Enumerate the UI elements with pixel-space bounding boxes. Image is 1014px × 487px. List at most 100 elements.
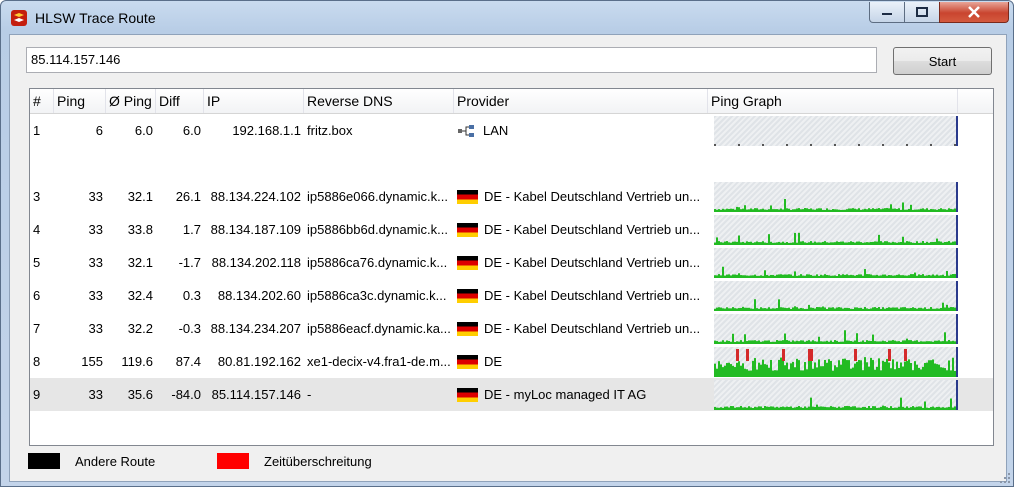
provider-label: DE (484, 354, 503, 369)
ip-value: 88.134.202.60 (217, 288, 301, 303)
ip-value: 85.114.157.146 (211, 387, 301, 402)
ping-graph-cell (708, 346, 958, 377)
column-header-ping-graph[interactable]: Ping Graph (708, 89, 958, 113)
window-title: HLSW Trace Route (35, 10, 156, 26)
provider-label: DE - myLoc managed IT AG (484, 387, 647, 402)
ping-graph (714, 280, 958, 311)
minimize-button[interactable] (869, 2, 905, 23)
legend-swatch-other-route (28, 453, 60, 469)
reverse-dns-value: ip5886ca3c.dynamic.k... (307, 288, 447, 303)
flag-de-icon (457, 288, 478, 303)
hop-number: 7 (33, 321, 41, 336)
address-input[interactable]: 85.114.157.146 (26, 47, 877, 73)
ip-value: 88.134.187.109 (210, 222, 301, 237)
table-row[interactable]: 9 33 35.6 -84.0 85.114.157.146 - DE - my… (30, 378, 993, 411)
ping-graph (714, 181, 958, 212)
provider-label: DE - Kabel Deutschland Vertrieb un... (484, 189, 701, 204)
close-icon (968, 6, 980, 18)
maximize-icon (916, 7, 928, 17)
legend-swatch-timeout (217, 453, 249, 469)
column-header-diff[interactable]: Diff (156, 89, 204, 113)
avg-ping-value: 32.1 (127, 255, 153, 270)
ping-value: 155 (81, 354, 103, 369)
title-bar[interactable]: HLSW Trace Route (1, 1, 1013, 35)
avg-ping-value: 6.0 (134, 123, 153, 138)
avg-ping-value: 33.8 (127, 222, 153, 237)
table-row[interactable]: 6 33 32.4 0.3 88.134.202.60 ip5886ca3c.d… (30, 279, 993, 312)
flag-de-icon (457, 321, 478, 336)
avg-ping-value: 32.1 (127, 189, 153, 204)
diff-value: -84.0 (171, 387, 201, 402)
legend-label-timeout: Zeitüberschreitung (264, 454, 372, 469)
reverse-dns-value: ip5886ca76.dynamic.k... (307, 255, 448, 270)
table-row[interactable]: 5 33 32.1 -1.7 88.134.202.118 ip5886ca76… (30, 246, 993, 279)
diff-value: 0.3 (182, 288, 201, 303)
hop-number: 1 (33, 123, 41, 138)
list-header: # Ping Ø Ping Diff IP Reverse DNS Provid… (30, 89, 993, 114)
table-row[interactable]: 8 155 119.6 87.4 80.81.192.162 xe1-decix… (30, 345, 993, 378)
flag-de-icon (457, 189, 478, 204)
column-header-avg-ping[interactable]: Ø Ping (106, 89, 156, 113)
flag-de-icon (457, 255, 478, 270)
ip-value: 192.168.1.1 (232, 123, 301, 138)
avg-ping-value: 32.2 (127, 321, 153, 336)
diff-value: 1.7 (182, 222, 201, 237)
table-row[interactable]: 4 33 33.8 1.7 88.134.187.109 ip5886bb6d.… (30, 213, 993, 246)
provider-cell: DE - Kabel Deutschland Vertrieb un... (454, 222, 708, 237)
diff-value: -0.3 (178, 321, 201, 336)
provider-cell: DE - Kabel Deutschland Vertrieb un... (454, 288, 708, 303)
ip-value: 88.134.234.207 (210, 321, 301, 336)
ping-value: 33 (88, 387, 103, 402)
ping-graph-cell (708, 247, 958, 278)
lan-icon (458, 124, 474, 137)
app-icon (11, 10, 27, 26)
column-header-reverse-dns[interactable]: Reverse DNS (304, 89, 454, 113)
provider-label: DE - Kabel Deutschland Vertrieb un... (484, 321, 701, 336)
column-header-ping[interactable]: Ping (54, 89, 106, 113)
provider-label: DE - Kabel Deutschland Vertrieb un... (484, 222, 701, 237)
ping-graph-cell (708, 379, 958, 410)
avg-ping-value: 32.4 (127, 288, 153, 303)
diff-value: -1.7 (178, 255, 201, 270)
table-row[interactable]: 3 33 32.1 26.1 88.134.224.102 ip5886e066… (30, 180, 993, 213)
reverse-dns-value: ip5886eacf.dynamic.ka... (307, 321, 451, 336)
hop-number: 3 (33, 189, 41, 204)
client-area: 85.114.157.146 Start # Ping Ø Ping Diff … (9, 34, 1007, 482)
close-button[interactable] (939, 2, 1009, 23)
provider-cell: DE - Kabel Deutschland Vertrieb un... (454, 321, 708, 336)
provider-cell: DE - Kabel Deutschland Vertrieb un... (454, 189, 708, 204)
ping-value: 33 (88, 321, 103, 336)
hop-number: 6 (33, 288, 41, 303)
column-header-num[interactable]: # (30, 89, 54, 113)
ping-graph-cell (708, 214, 958, 245)
resize-grip-icon[interactable] (999, 472, 1011, 484)
column-header-provider[interactable]: Provider (454, 89, 708, 113)
ping-value: 33 (88, 288, 103, 303)
trace-list[interactable]: # Ping Ø Ping Diff IP Reverse DNS Provid… (29, 88, 994, 446)
provider-label: DE - Kabel Deutschland Vertrieb un... (484, 255, 701, 270)
column-header-ip[interactable]: IP (204, 89, 304, 113)
app-window: HLSW Trace Route 85.114.157.146 Start # … (0, 0, 1014, 487)
avg-ping-value: 119.6 (121, 354, 153, 369)
ping-graph (714, 346, 958, 377)
table-row[interactable]: 7 33 32.2 -0.3 88.134.234.207 ip5886eacf… (30, 312, 993, 345)
ping-graph (714, 214, 958, 245)
ping-graph-cell (708, 280, 958, 311)
table-row[interactable]: 1 6 6.0 6.0 192.168.1.1 fritz.box LAN (30, 114, 993, 147)
ip-value: 80.81.192.162 (217, 354, 301, 369)
start-button[interactable]: Start (893, 47, 992, 75)
hop-number: 9 (33, 387, 41, 402)
ping-graph-cell (708, 313, 958, 344)
ping-graph (714, 247, 958, 278)
ping-value: 33 (88, 255, 103, 270)
ping-value: 33 (88, 222, 103, 237)
provider-cell: DE (454, 354, 708, 369)
ping-graph (714, 115, 958, 146)
ping-graph-cell (708, 115, 958, 146)
maximize-button[interactable] (904, 2, 940, 23)
flag-de-icon (457, 354, 478, 369)
flag-de-icon (457, 387, 478, 402)
flag-de-icon (457, 222, 478, 237)
hop-number: 5 (33, 255, 41, 270)
provider-cell: DE - myLoc managed IT AG (454, 387, 708, 402)
